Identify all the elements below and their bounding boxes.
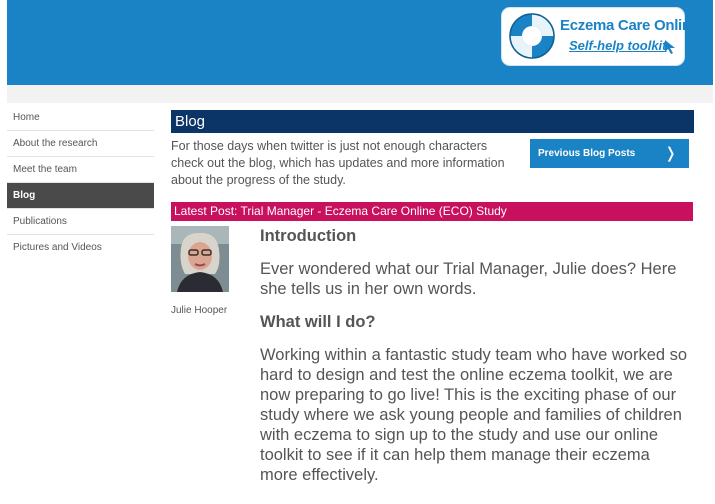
previous-blog-posts-label: Previous Blog Posts bbox=[538, 148, 636, 159]
sidebar-nav: Home About the research Meet the team Bl… bbox=[7, 105, 154, 260]
sidebar-item-meet-team[interactable]: Meet the team bbox=[7, 157, 154, 183]
previous-blog-posts-button[interactable]: Previous Blog Posts ❭ bbox=[530, 139, 689, 168]
header-divider bbox=[7, 85, 713, 103]
chevron-right-icon: ❭ bbox=[664, 145, 677, 162]
blog-intro: For those days when twitter is just not … bbox=[171, 139, 505, 187]
article-heading-what-will-i-do: What will I do? bbox=[260, 313, 376, 331]
article-body: Introduction Ever wondered what our Tria… bbox=[260, 226, 690, 485]
sidebar-item-home[interactable]: Home bbox=[7, 105, 154, 131]
sidebar-item-pictures-videos[interactable]: Pictures and Videos bbox=[7, 235, 154, 260]
cursor-icon bbox=[665, 40, 675, 54]
article-heading-introduction: Introduction bbox=[260, 227, 357, 245]
author-name: Julie Hooper bbox=[171, 305, 228, 316]
logo-title: Eczema Care Online bbox=[560, 17, 699, 34]
logo-subtitle: Self-help toolkit bbox=[569, 38, 667, 53]
sidebar-item-publications[interactable]: Publications bbox=[7, 209, 154, 235]
page-title: Blog bbox=[171, 110, 694, 133]
latest-post-title: Latest Post: Trial Manager - Eczema Care… bbox=[171, 202, 693, 221]
article-paragraph: Ever wondered what our Trial Manager, Ju… bbox=[260, 260, 677, 298]
sidebar-item-about-research[interactable]: About the research bbox=[7, 131, 154, 157]
article-paragraph: Working within a fantastic study team wh… bbox=[260, 346, 688, 484]
lifebuoy-icon bbox=[509, 13, 555, 59]
eczema-care-online-logo[interactable]: Eczema Care Online Self-help toolkit bbox=[502, 8, 699, 65]
author-photo bbox=[171, 226, 229, 292]
sidebar-item-blog[interactable]: Blog bbox=[7, 183, 154, 209]
